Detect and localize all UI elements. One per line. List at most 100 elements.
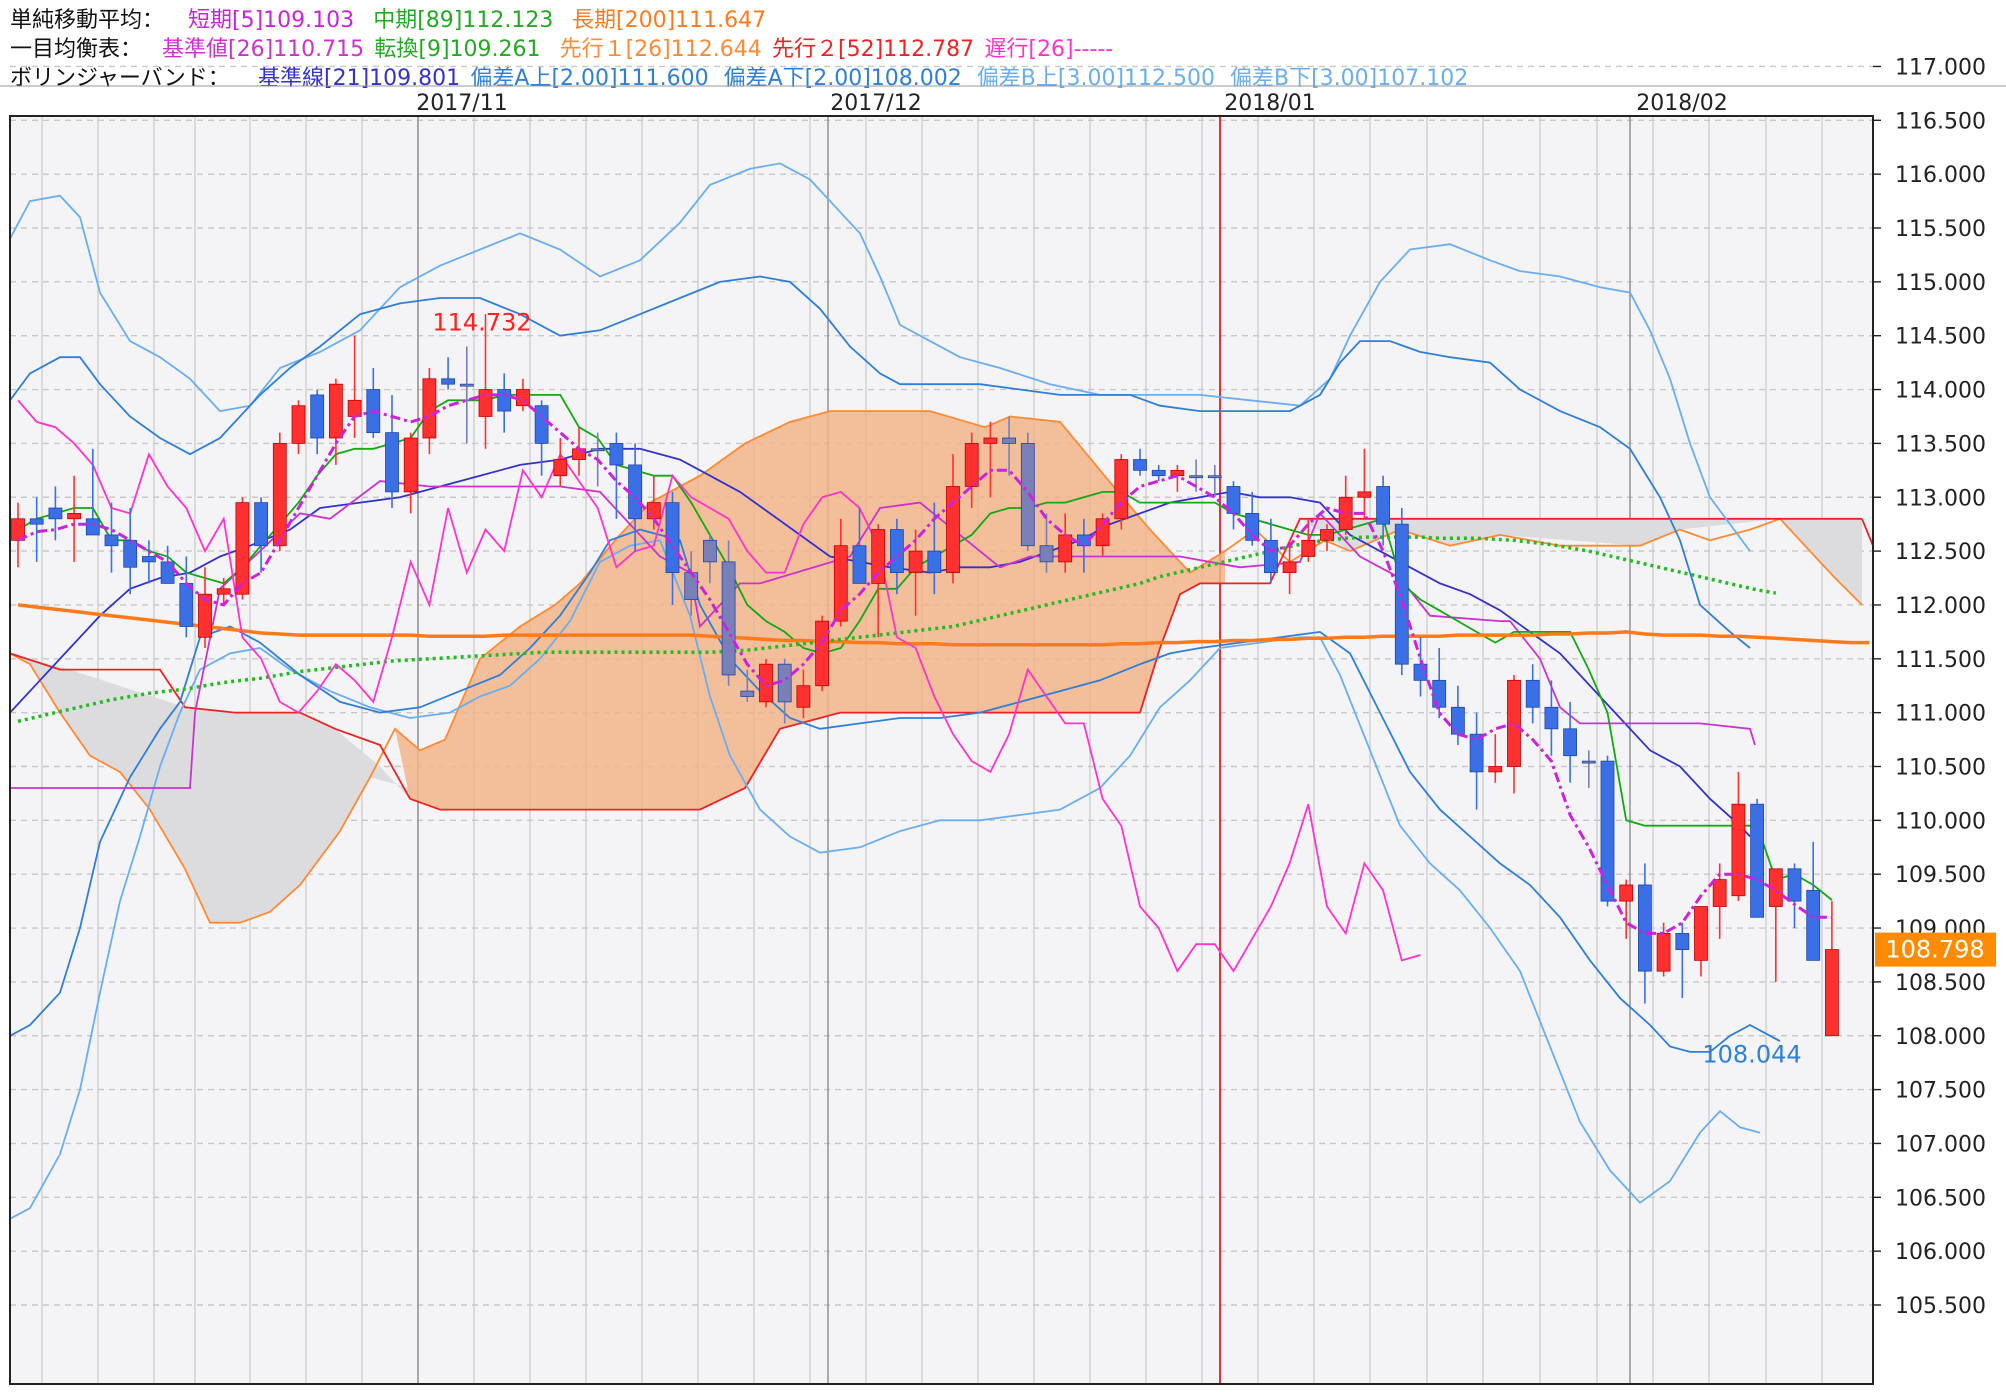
legend-item: 偏差B上[3.00]112.500 xyxy=(977,66,1215,91)
legend-item: 偏差A下[2.00]108.002 xyxy=(724,66,962,91)
candle-body xyxy=(1694,906,1708,961)
month-label: 2017/12 xyxy=(830,91,921,116)
candle-body xyxy=(179,583,194,627)
candle-body xyxy=(48,507,63,520)
candle-body xyxy=(1394,523,1409,665)
chart: 単純移動平均： 短期[5]109.103 中期[89]112.123 長期[200]1… xyxy=(0,8,2006,1385)
candle-body xyxy=(1750,803,1764,918)
candle-body xyxy=(422,378,437,439)
candle-body xyxy=(1619,884,1634,902)
candle-body xyxy=(908,550,923,574)
x-axis: 2017/11 2017/12 2018/01 2018/02 xyxy=(416,91,1727,116)
month-label: 2017/11 xyxy=(416,91,507,116)
y-tick-label: 115.500 xyxy=(1895,217,1986,242)
y-tick-label: 114.500 xyxy=(1895,325,1986,350)
candle-body xyxy=(1264,539,1278,574)
low-label: 108.044 xyxy=(1702,1041,1801,1069)
candle-body xyxy=(1563,728,1577,757)
candle-body xyxy=(328,383,343,439)
candle-body xyxy=(759,663,773,703)
candle-body xyxy=(1825,949,1839,1037)
candle-body xyxy=(29,518,44,525)
candle-body xyxy=(927,550,942,574)
candle-body xyxy=(310,394,325,439)
y-tick-label: 113.000 xyxy=(1895,486,1986,511)
candle-body xyxy=(1675,933,1690,950)
candle-body xyxy=(703,539,717,563)
candle-body xyxy=(1357,491,1372,498)
candle-body xyxy=(1133,459,1147,471)
candle-body xyxy=(1151,469,1166,477)
candle-body xyxy=(160,561,175,584)
candle-body xyxy=(1544,706,1559,730)
candle-body xyxy=(1787,868,1802,902)
candle-body xyxy=(646,502,661,520)
legend-item: 転換[9]109.261 xyxy=(374,37,540,62)
legend-item: 遅行[26]----- xyxy=(984,37,1113,62)
y-tick-label: 105.500 xyxy=(1895,1294,1986,1319)
candle-body xyxy=(1039,545,1054,563)
candle-body xyxy=(740,690,755,697)
candle-body xyxy=(441,378,456,385)
candle-body xyxy=(1638,884,1652,972)
candle-body xyxy=(871,529,886,584)
candle-body xyxy=(1189,475,1203,479)
last-price-label: 108.798 xyxy=(1885,936,1984,964)
candle-body xyxy=(1525,679,1540,708)
y-tick-label: 110.500 xyxy=(1895,756,1986,781)
y-tick-label: 107.000 xyxy=(1895,1132,1986,1157)
y-tick-label: 113.500 xyxy=(1895,432,1986,457)
y-tick-label: 106.500 xyxy=(1895,1186,1986,1211)
candle-body xyxy=(104,534,119,547)
legend-item: 基準値[26]110.715 xyxy=(162,37,364,62)
candle-body xyxy=(590,448,605,452)
candle-body xyxy=(1656,933,1671,972)
legend-item: 中期[89]112.123 xyxy=(373,8,553,33)
candle-body xyxy=(796,685,811,708)
legend-item: 先行１[26]112.644 xyxy=(560,37,762,62)
y-tick-label: 116.500 xyxy=(1895,109,1986,134)
y-tick-label: 117.000 xyxy=(1895,55,1986,80)
candle-body xyxy=(1058,534,1073,563)
legend-label: 単純移動平均： xyxy=(10,8,164,33)
legend-item: 偏差B下[3.00]107.102 xyxy=(1230,66,1468,91)
candle-body xyxy=(684,572,699,600)
month-label: 2018/02 xyxy=(1636,91,1727,116)
candle-body xyxy=(721,561,736,676)
candle-body xyxy=(1731,803,1746,897)
candle-body xyxy=(1376,486,1390,525)
candle-body xyxy=(1413,663,1428,681)
candle-body xyxy=(141,556,156,563)
legend-item: 偏差A上[2.00]111.600 xyxy=(470,66,708,91)
candle-body xyxy=(1712,879,1727,907)
candle-body xyxy=(1600,760,1615,902)
candle-body xyxy=(459,383,474,387)
candle-body xyxy=(852,545,867,584)
candle-body xyxy=(385,432,399,493)
candle-body xyxy=(1320,529,1334,541)
candle-body xyxy=(534,405,549,444)
candle-body xyxy=(553,459,568,477)
y-tick-label: 111.000 xyxy=(1895,702,1986,727)
y-tick-label: 109.500 xyxy=(1895,863,1986,888)
y-axis: 117.000 116.500 116.000 115.500 115.000 114.5… xyxy=(1873,55,1996,1319)
y-tick-label: 111.500 xyxy=(1895,648,1986,673)
y-tick-label: 108.500 xyxy=(1895,971,1986,996)
candle-body xyxy=(123,539,138,568)
candle-body xyxy=(1207,475,1222,479)
candle-body xyxy=(403,437,418,493)
candle-body xyxy=(67,513,81,520)
candle-body xyxy=(1581,760,1596,764)
legend-item: 基準線[21]109.801 xyxy=(258,66,460,91)
candle-body xyxy=(983,437,998,444)
candle-body xyxy=(1301,539,1316,557)
candle-body xyxy=(85,518,100,536)
candle-body xyxy=(1806,889,1821,961)
candle-body xyxy=(216,588,231,595)
candle-body xyxy=(254,502,269,547)
candle-body xyxy=(815,620,829,687)
legend-label: 一目均衡表： xyxy=(10,37,142,62)
y-tick-label: 108.000 xyxy=(1895,1025,1986,1050)
candle-body xyxy=(272,442,287,547)
candle-body xyxy=(497,389,512,412)
